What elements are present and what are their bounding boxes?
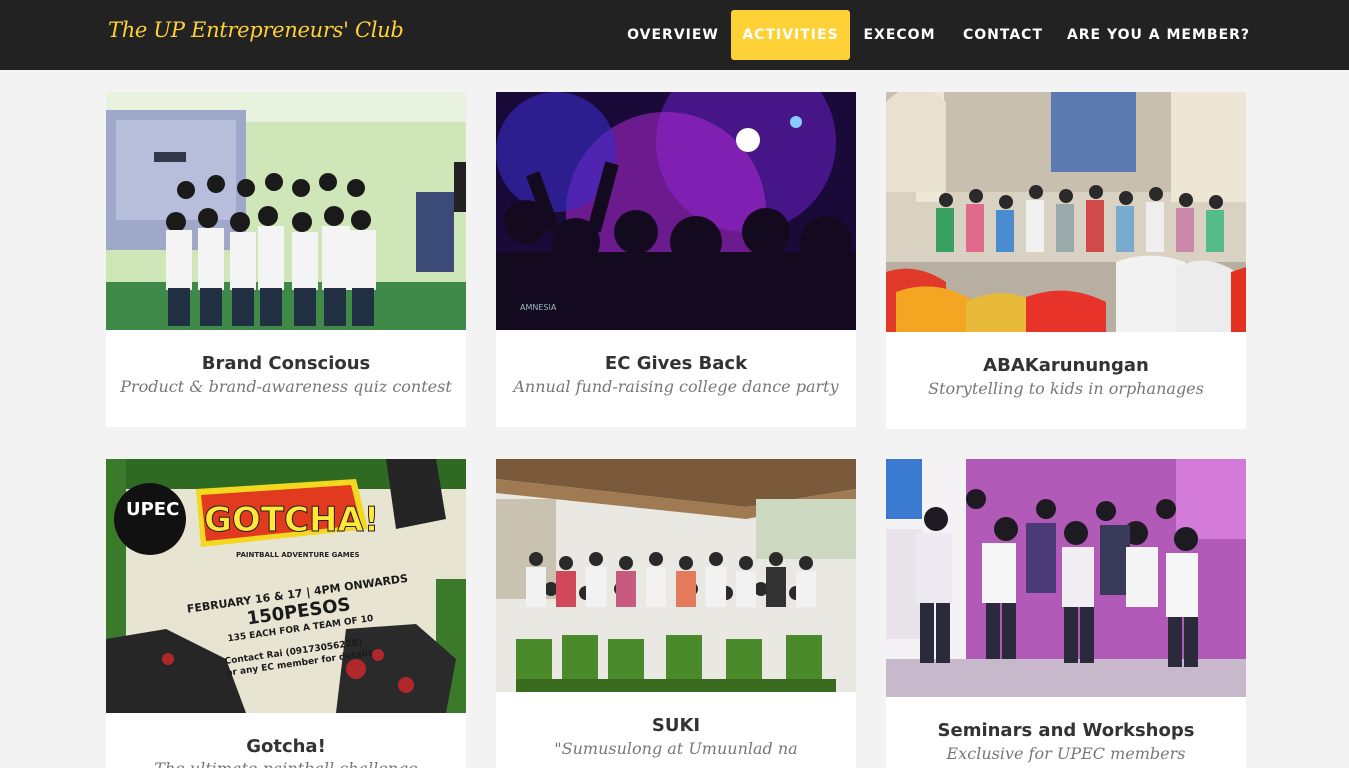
activity-subtitle: Annual fund-raising college dance party: [513, 377, 839, 396]
activity-card[interactable]: SUKI "Sumusulong at Umuunlad na: [496, 459, 856, 768]
nav-are-you-a-member[interactable]: ARE YOU A MEMBER?: [1057, 10, 1260, 60]
poster-logo: UPEC: [126, 499, 179, 520]
activity-title[interactable]: Seminars and Workshops: [886, 720, 1246, 741]
activity-subtitle: Storytelling to kids in orphanages: [928, 379, 1204, 398]
nav-execom[interactable]: EXECOM: [850, 10, 949, 60]
gotcha-poster[interactable]: UPEC GOTCHA! PAINTBALL ADVENTURE GAMES F…: [106, 459, 466, 713]
navbar: The UP Entrepreneurs' Club OVERVIEW ACTI…: [0, 0, 1349, 70]
activity-subtitle: Product & brand-awareness quiz contest: [120, 377, 452, 396]
activity-subtitle: "Sumusulong at Umuunlad na: [554, 739, 798, 758]
brand-conscious-photo[interactable]: [106, 92, 466, 330]
activity-subtitle: Exclusive for UPEC members: [946, 744, 1186, 763]
abakarunungan-photo[interactable]: [886, 92, 1246, 332]
activity-card[interactable]: Brand Conscious Product & brand-awarenes…: [106, 92, 466, 427]
brand-logo[interactable]: The UP Entrepreneurs' Club: [108, 18, 404, 42]
activity-card[interactable]: Seminars and Workshops Exclusive for UPE…: [886, 459, 1246, 768]
activity-title[interactable]: ABAKarunungan: [886, 355, 1246, 376]
activity-card[interactable]: UPEC GOTCHA! PAINTBALL ADVENTURE GAMES F…: [106, 459, 466, 768]
activity-title[interactable]: SUKI: [496, 715, 856, 736]
activity-subtitle: The ultimate paintball challenge: [106, 759, 466, 768]
activity-card[interactable]: AMNESIA EC Gives Back Annual fund-raisin…: [496, 92, 856, 427]
activity-title[interactable]: EC Gives Back: [496, 353, 856, 374]
nav-activities[interactable]: ACTIVITIES: [731, 10, 850, 60]
svg-text:AMNESIA: AMNESIA: [520, 303, 557, 312]
ec-gives-back-photo[interactable]: AMNESIA: [496, 92, 856, 330]
activity-card[interactable]: ABAKarunungan Storytelling to kids in or…: [886, 92, 1246, 429]
nav-overview[interactable]: OVERVIEW: [615, 10, 731, 60]
seminars-workshops-photo[interactable]: [886, 459, 1246, 697]
suki-photo[interactable]: [496, 459, 856, 692]
poster-tagline: PAINTBALL ADVENTURE GAMES: [236, 551, 360, 559]
activity-title[interactable]: Brand Conscious: [106, 353, 466, 374]
poster-headline: GOTCHA!: [204, 500, 379, 540]
activity-title[interactable]: Gotcha!: [106, 736, 466, 757]
nav-contact[interactable]: CONTACT: [949, 10, 1057, 60]
